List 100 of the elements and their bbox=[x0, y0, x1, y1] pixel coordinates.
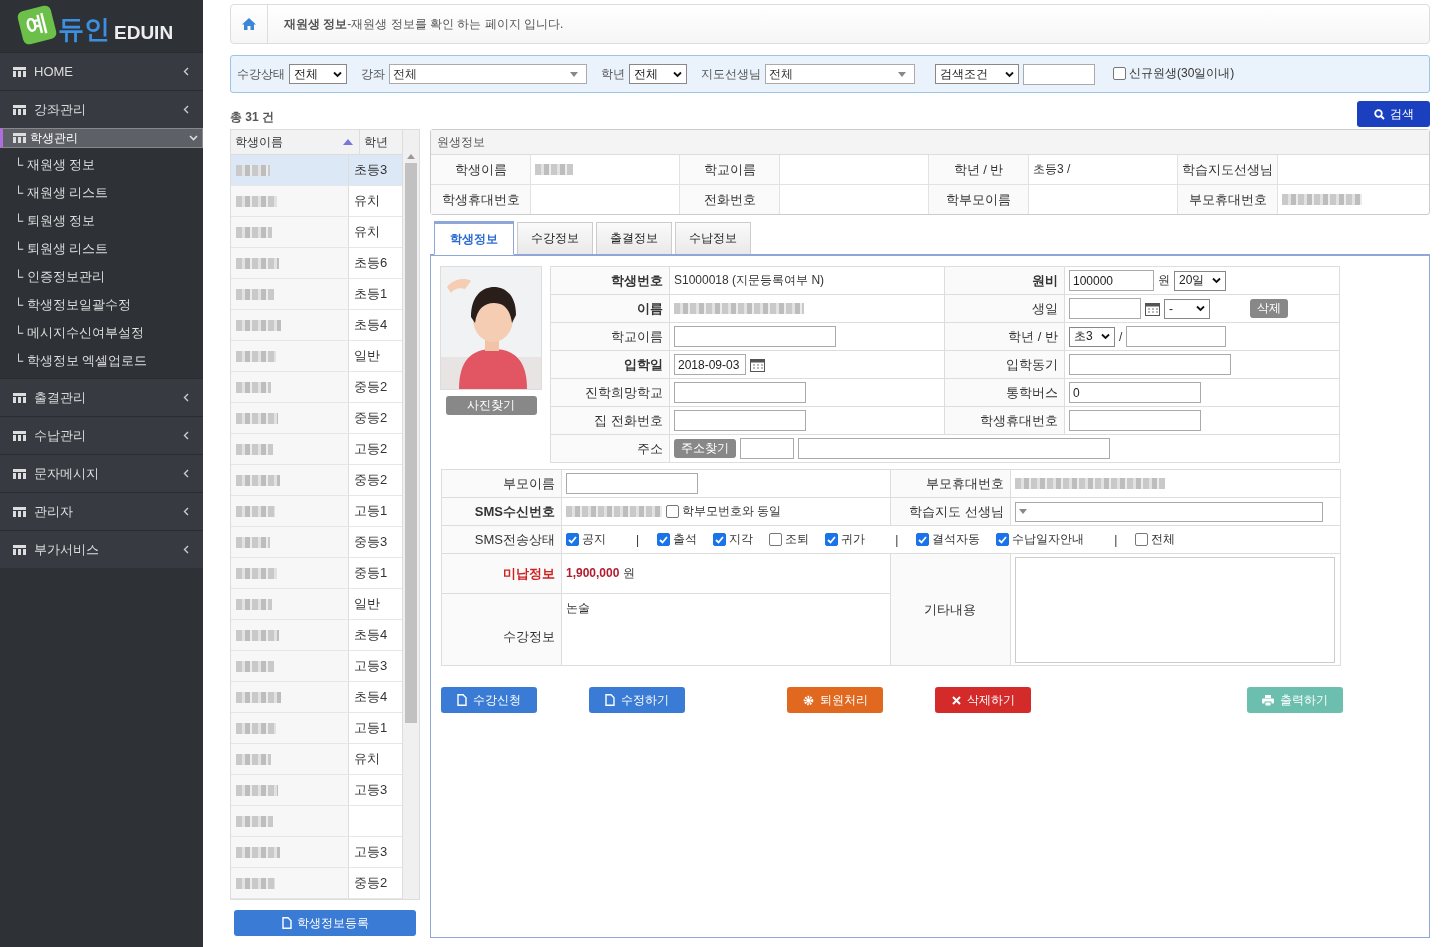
table-cell: 중등3 bbox=[354, 533, 388, 551]
checkbox[interactable] bbox=[666, 505, 679, 518]
submenu-item[interactable]: └ 메시지수신여부설정 bbox=[0, 319, 203, 347]
input-field[interactable] bbox=[740, 438, 794, 459]
sidebar-item[interactable]: HOME bbox=[0, 52, 203, 90]
blurred-text bbox=[236, 536, 270, 548]
submenu-item[interactable]: └ 재원생 리스트 bbox=[0, 179, 203, 207]
input-field[interactable] bbox=[798, 438, 1110, 459]
dropdown[interactable]: 20일 bbox=[1174, 270, 1226, 291]
close-icon bbox=[951, 695, 961, 705]
dropdown[interactable]: - bbox=[1164, 298, 1210, 319]
search-button[interactable]: 검색 bbox=[1357, 101, 1430, 127]
input-field[interactable] bbox=[566, 473, 698, 494]
calendar-icon[interactable] bbox=[750, 357, 765, 372]
sidebar-item[interactable]: 출결관리 bbox=[0, 378, 203, 416]
tab[interactable]: 수강정보 bbox=[517, 222, 593, 254]
input-field[interactable] bbox=[1126, 326, 1227, 347]
calendar-icon[interactable] bbox=[1145, 301, 1160, 316]
checkbox-label: 출석 bbox=[673, 531, 698, 548]
notes-field[interactable] bbox=[1015, 556, 1335, 663]
combo-box[interactable]: 전체 bbox=[765, 64, 915, 84]
field-label: 이름 bbox=[550, 294, 670, 323]
input-field[interactable] bbox=[1069, 410, 1201, 431]
input-field[interactable] bbox=[674, 326, 836, 347]
date-field[interactable] bbox=[1069, 298, 1141, 319]
input-field[interactable]: 0 bbox=[1069, 382, 1201, 403]
filter-label: 수강상태 bbox=[237, 65, 285, 83]
scrollbar[interactable] bbox=[402, 130, 419, 899]
dropdown[interactable]: 초3 bbox=[1069, 326, 1115, 347]
sort-asc-icon[interactable] bbox=[343, 139, 353, 145]
sidebar-item[interactable]: 강좌관리 bbox=[0, 90, 203, 128]
table-cell: 유치 bbox=[354, 192, 380, 210]
sidebar-item[interactable]: 부가서비스 bbox=[0, 530, 203, 568]
small-button[interactable]: 삭제 bbox=[1250, 299, 1288, 318]
list-row[interactable] bbox=[231, 806, 402, 837]
grid-icon bbox=[13, 468, 26, 479]
search-field[interactable] bbox=[1023, 63, 1095, 85]
dropdown-arrow-icon bbox=[570, 71, 578, 77]
checkbox[interactable] bbox=[1135, 533, 1149, 546]
combo-box[interactable] bbox=[1015, 501, 1323, 522]
checkbox[interactable] bbox=[996, 533, 1010, 546]
dropdown[interactable]: 전체 bbox=[289, 64, 347, 84]
dropdown[interactable]: 전체 bbox=[629, 64, 687, 84]
chevron-icon bbox=[673, 70, 682, 78]
date-field[interactable]: 2018-09-03 bbox=[674, 354, 746, 375]
checkbox[interactable] bbox=[657, 533, 671, 546]
table-cell: 중등2 bbox=[354, 471, 388, 489]
register-button[interactable]: 학생정보등록 bbox=[234, 910, 416, 936]
photo-button[interactable]: 사진찾기 bbox=[445, 396, 537, 415]
sidebar-item[interactable]: 관리자 bbox=[0, 492, 203, 530]
chevron-left-icon bbox=[183, 67, 189, 76]
action-button[interactable]: 수강신청 bbox=[441, 687, 537, 713]
checkbox[interactable] bbox=[1113, 67, 1126, 80]
sidebar-item[interactable]: 학생관리 bbox=[0, 128, 203, 148]
filter-label: 강좌 bbox=[361, 65, 385, 83]
list-row[interactable]: 초등3 bbox=[231, 155, 402, 186]
table-cell: 초등1 bbox=[354, 285, 388, 303]
input-field[interactable]: 100000 bbox=[1069, 270, 1154, 291]
column-header[interactable]: 학년 bbox=[364, 133, 388, 151]
submenu-item[interactable]: └ 퇴원생 리스트 bbox=[0, 235, 203, 263]
filter-label: 학년 bbox=[601, 65, 625, 83]
checkbox[interactable] bbox=[713, 533, 727, 546]
input-field[interactable] bbox=[674, 382, 806, 403]
table-cell: 초등4 bbox=[354, 316, 388, 334]
tab[interactable]: 학생정보 bbox=[434, 221, 514, 255]
field-label: 부모이름 bbox=[441, 469, 562, 498]
tab[interactable]: 출결정보 bbox=[596, 222, 672, 254]
checkbox[interactable] bbox=[916, 533, 930, 546]
dropdown[interactable]: 검색조건 bbox=[935, 64, 1019, 84]
sidebar-item[interactable]: 수납관리 bbox=[0, 416, 203, 454]
document-icon bbox=[281, 917, 292, 929]
scroll-up-icon[interactable] bbox=[407, 154, 415, 159]
table-cell: 중등2 bbox=[354, 409, 388, 427]
checkbox[interactable] bbox=[566, 533, 579, 546]
page-title: 재원생 정보 bbox=[284, 15, 348, 33]
input-field[interactable] bbox=[1069, 354, 1231, 375]
submenu-item[interactable]: └ 재원생 정보 bbox=[0, 151, 203, 179]
blurred-text bbox=[236, 784, 278, 796]
checkbox-label: 학부모번호와 동일 bbox=[682, 503, 782, 520]
tab[interactable]: 수납정보 bbox=[675, 222, 751, 254]
submenu-item[interactable]: └ 학생정보 엑셀업로드 bbox=[0, 347, 203, 375]
action-button[interactable]: 수정하기 bbox=[589, 687, 685, 713]
column-header[interactable]: 학생이름 bbox=[235, 133, 283, 151]
checkbox-label: 귀가 bbox=[841, 531, 866, 548]
submenu-item[interactable]: └ 인증정보관리 bbox=[0, 263, 203, 291]
sidebar-item[interactable]: 문자메시지 bbox=[0, 454, 203, 492]
table-cell: 유치 bbox=[354, 223, 380, 241]
checkbox[interactable] bbox=[825, 533, 839, 546]
action-button[interactable]: 삭제하기 bbox=[935, 687, 1031, 713]
submenu-item[interactable]: └ 퇴원생 정보 bbox=[0, 207, 203, 235]
blurred-text bbox=[236, 257, 279, 269]
submenu-item[interactable]: └ 학생정보일괄수정 bbox=[0, 291, 203, 319]
home-icon[interactable] bbox=[241, 17, 257, 31]
combo-box[interactable]: 전체 bbox=[389, 64, 587, 84]
table-cell: 중등1 bbox=[354, 564, 388, 582]
small-button[interactable]: 주소찾기 bbox=[674, 439, 736, 458]
checkbox[interactable] bbox=[769, 533, 783, 546]
input-field[interactable] bbox=[674, 410, 806, 431]
grid-icon bbox=[13, 66, 26, 77]
field-label: 미납정보 bbox=[441, 553, 562, 594]
